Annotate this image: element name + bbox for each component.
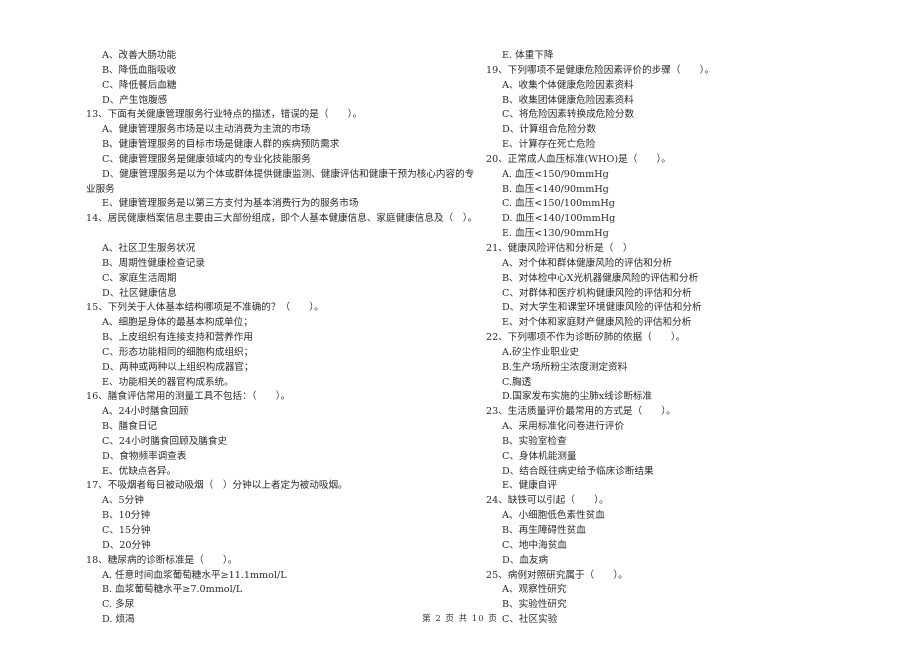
question-stem: 15、下列关于人体基本结构哪项是不准确的？（ ）。	[86, 302, 324, 314]
question-stem: 18、糖尿病的诊断标准是（ ）。	[86, 554, 238, 566]
option-line: D、计算组合危险分数	[502, 124, 597, 136]
option-line: B、对体检中心X光机器健康风险的评估和分析	[502, 272, 699, 284]
option-line: C、健康管理服务是健康领域内的专业化技能服务	[102, 153, 311, 165]
option-line: C、24小时膳食回顾及膳食史	[102, 435, 228, 447]
question-stem: 13、下面有关健康管理服务行业特点的描述，错误的是（ ）。	[86, 109, 363, 121]
option-line: E、优缺点各异。	[102, 465, 177, 477]
option-line: A、改善大肠功能	[102, 50, 177, 61]
option-line: C、降低餐后血糖	[102, 79, 177, 91]
page-number-label: 第 2 页 共 10 页	[422, 614, 498, 624]
option-line: D、20分钟	[102, 539, 151, 551]
option-line: D. 血压<140/100mmHg	[502, 213, 616, 225]
question-stem: 21、健康风险评估和分析是（ ）	[486, 242, 633, 254]
option-line: C. 多尿	[102, 599, 135, 611]
option-line: B、收集团体健康危险因素资料	[502, 94, 634, 106]
option-line: B、上皮组织有连接支持和营养作用	[102, 332, 253, 344]
option-line: B. 血压<140/90mmHg	[502, 183, 609, 195]
option-line: D、社区健康信息	[102, 287, 177, 299]
option-line: B、实验室检查	[502, 435, 567, 447]
option-line: A、24小时膳食回顾	[102, 406, 189, 418]
option-line: E、健康自评	[502, 480, 557, 492]
option-line: A、社区卫生服务状况	[102, 242, 196, 254]
option-line: E. 体重下降	[502, 50, 554, 61]
option-line: B、健康管理服务的目标市场是健康人群的疾病预防需求	[102, 139, 340, 151]
option-line: A.矽尘作业职业史	[502, 346, 580, 358]
option-line: C、地中海贫血	[502, 539, 567, 551]
option-line: A、健康管理服务市场是以主动消费为主流的市场	[102, 124, 311, 136]
option-line: B、膳食日记	[102, 421, 158, 433]
option-line: D、血友病	[502, 554, 549, 566]
option-line: A、观察性研究	[502, 584, 567, 596]
option-line: A. 血压<150/90mmHg	[502, 168, 609, 180]
option-line: D、对大学生和课堂环境健康风险的评估和分析	[502, 302, 702, 314]
question-stem: 24、缺铁可以引起（ ）。	[486, 495, 609, 507]
option-line: B、10分钟	[102, 510, 151, 522]
question-stem: 17、不吸烟者每日被动吸烟（ ）分钟以上者定为被动吸烟。	[86, 480, 348, 492]
option-line: B.生产场所粉尘浓度测定资料	[502, 361, 628, 373]
option-line: C、身体机能测量	[502, 450, 577, 462]
option-line: D、食物频率调查表	[102, 450, 187, 462]
option-line: E、计算存在死亡危险	[502, 139, 596, 151]
continuation-line: 业服务	[86, 183, 115, 195]
option-line: C、家庭生活周期	[102, 272, 177, 284]
question-stem: 22、下列哪项不作为诊断矽肺的依据（ ）。	[486, 332, 686, 344]
option-line: D、结合既往病史给予临床诊断结果	[502, 465, 654, 477]
option-line: C、对群体和医疗机构健康风险的评估和分析	[502, 287, 692, 299]
option-line: E、功能相关的器官构成系统。	[102, 376, 234, 388]
option-line: D、两种或两种以上组织构成器官；	[102, 361, 254, 373]
option-line: A、5分钟	[102, 495, 144, 507]
option-line: C、形态功能相同的细胞构成组织；	[102, 346, 254, 358]
right-column: E. 体重下降 19、下列哪项不是健康危险因素评价的步骤（ ）。 A、收集个体健康危…	[486, 49, 746, 628]
option-line: E、健康管理服务是以第三方支付为基本消费行为的服务市场	[102, 198, 359, 210]
option-line: A. 任意时间血浆葡萄糖水平≥11.1mmol/L	[102, 569, 287, 581]
question-stem: 14、居民健康档案信息主要由三大部份组成，即个人基本健康信息、家庭健康信息及（ …	[86, 213, 478, 225]
option-line: D.国家发布实施的尘肺x线诊断标准	[502, 391, 653, 403]
option-line: E. 血压<130/90mmHg	[502, 228, 609, 240]
option-line: E、对个体和家庭财产健康风险的评估和分析	[502, 317, 692, 329]
option-line: A、采用标准化问卷进行评价	[502, 421, 625, 433]
option-line: B、再生障碍性贫血	[502, 525, 586, 536]
option-line: A、小细胞低色素性贫血	[502, 510, 605, 522]
option-line: D、健康管理服务是以为个体或群体提供健康监测、健康评估和健康干预为核心内容的专	[102, 168, 475, 180]
option-line: A、细胞是身体的最基本构成单位；	[102, 317, 253, 329]
page-footer: 第 2 页 共 10 页	[0, 612, 920, 624]
question-stem: 19、下列哪项不是健康危险因素评价的步骤（ ）。	[486, 64, 715, 76]
option-line: B、降低血脂吸收	[102, 64, 177, 76]
option-line: A、收集个体健康危险因素资料	[502, 79, 634, 91]
option-line: B、实验性研究	[502, 599, 567, 611]
option-line: C、15分钟	[102, 525, 151, 536]
question-stem: 23、生活质量评价最常用的方式是（ ）。	[486, 406, 676, 418]
option-line: D、产生饱腹感	[102, 94, 168, 106]
option-line: C、将危险因素转换成危险分数	[502, 109, 635, 121]
question-stem: 20、正常成人血压标准(WHO)是（ ）。	[486, 153, 671, 165]
left-column: A、改善大肠功能 B、降低血脂吸收 C、降低餐后血糖 D、产生饱腹感 13、下面有关健康…	[86, 49, 478, 628]
option-line: C. 血压<150/100mmHg	[502, 198, 615, 210]
option-line: B. 血浆葡萄糖水平≥7.0mmol/L	[102, 584, 243, 596]
question-stem: 25、病例对照研究属于（ ）。	[486, 569, 628, 581]
option-line: C.胸透	[502, 376, 532, 388]
question-stem: 16、膳食评估常用的测量工具不包括：（ ）。	[86, 391, 291, 403]
option-line: A、对个体和群体健康风险的评估和分析	[502, 257, 673, 269]
option-line: B、周期性健康检查记录	[102, 257, 205, 269]
